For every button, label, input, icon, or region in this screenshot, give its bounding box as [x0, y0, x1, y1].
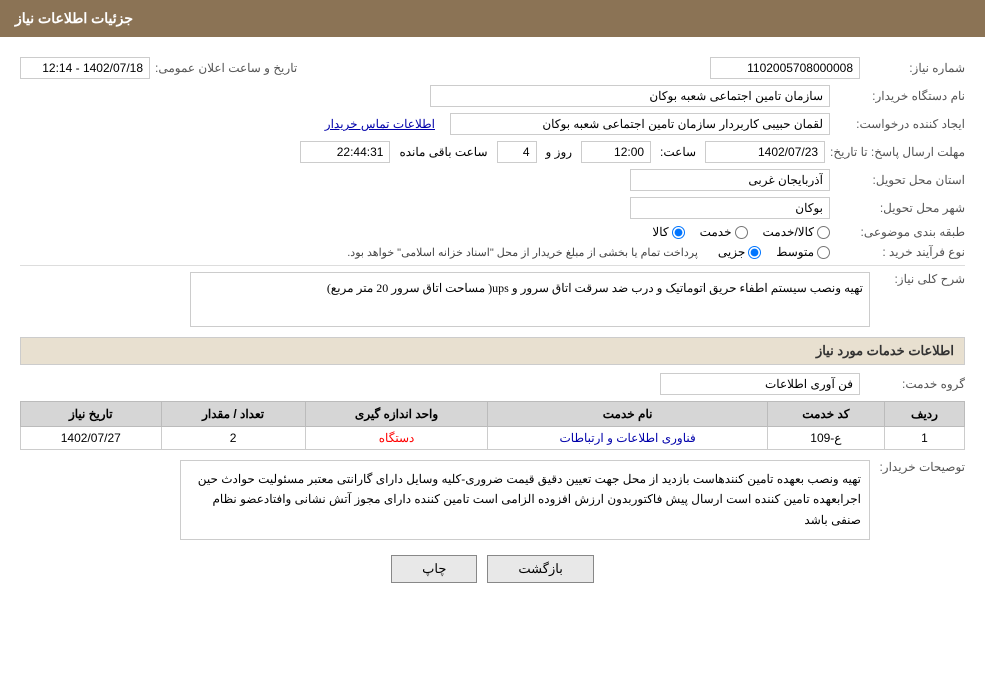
announcement-input[interactable]	[20, 57, 150, 79]
remaining-input[interactable]	[300, 141, 390, 163]
need-number-label: شماره نیاز:	[865, 61, 965, 75]
province-input[interactable]	[630, 169, 830, 191]
deadline-time-label: ساعت:	[660, 145, 696, 159]
city-input[interactable]	[630, 197, 830, 219]
col-code: کد خدمت	[767, 402, 884, 427]
category-option-kala-khedmat: کالا/خدمت	[763, 225, 830, 239]
page-header: جزئیات اطلاعات نیاز	[0, 0, 985, 37]
need-number-row: شماره نیاز: تاریخ و ساعت اعلان عمومی:	[20, 57, 965, 79]
deadline-row: مهلت ارسال پاسخ: تا تاریخ: ساعت: روز و س…	[20, 141, 965, 163]
service-group-row: گروه خدمت:	[20, 373, 965, 395]
city-label: شهر محل تحویل:	[835, 201, 965, 215]
category-radio-kala-khedmat[interactable]	[817, 226, 830, 239]
service-group-input[interactable]	[660, 373, 860, 395]
deadline-date-input[interactable]	[705, 141, 825, 163]
announcement-label: تاریخ و ساعت اعلان عمومی:	[155, 61, 297, 75]
buyer-org-row: نام دستگاه خریدار:	[20, 85, 965, 107]
back-button[interactable]: بازگشت	[487, 555, 593, 583]
page-title: جزئیات اطلاعات نیاز	[15, 10, 133, 26]
purchase-type-label-motavaset: متوسط	[776, 245, 814, 259]
purchase-type-label-jozi: جزیی	[718, 245, 745, 259]
purchase-type-option-motavaset: متوسط	[776, 245, 830, 259]
table-row: 1 ع-109 فناوری اطلاعات و ارتباطات دستگاه…	[21, 427, 965, 450]
service-group-label: گروه خدمت:	[865, 377, 965, 391]
col-quantity: تعداد / مقدار	[161, 402, 305, 427]
deadline-label: مهلت ارسال پاسخ: تا تاریخ:	[830, 145, 965, 159]
category-row: طبقه بندی موضوعی: کالا/خدمت خدمت کالا	[20, 225, 965, 239]
purchase-type-label: نوع فرآیند خرید :	[835, 245, 965, 259]
purchase-type-radio-jozi[interactable]	[748, 246, 761, 259]
content-area: شماره نیاز: تاریخ و ساعت اعلان عمومی: نا…	[0, 52, 985, 588]
services-section-title: اطلاعات خدمات مورد نیاز	[20, 337, 965, 365]
city-row: شهر محل تحویل:	[20, 197, 965, 219]
need-desc-row: شرح کلی نیاز: تهیه ونصب سیستم اطفاء حریق…	[20, 272, 965, 327]
need-desc-box: تهیه ونصب سیستم اطفاء حریق اتوماتیک و در…	[190, 272, 870, 327]
category-option-kala: کالا	[652, 225, 684, 239]
page-container: جزئیات اطلاعات نیاز شماره نیاز: تاریخ و …	[0, 0, 985, 691]
purchase-type-option-jozi: جزیی	[718, 245, 761, 259]
category-radio-khedmat[interactable]	[735, 226, 748, 239]
purchase-type-radio-motavaset[interactable]	[817, 246, 830, 259]
cell-date: 1402/07/27	[21, 427, 162, 450]
purchase-note: پرداخت تمام یا بخشی از مبلغ خریدار از مح…	[347, 246, 698, 259]
col-unit: واحد اندازه گیری	[305, 402, 488, 427]
cell-quantity: 2	[161, 427, 305, 450]
cell-code: ع-109	[767, 427, 884, 450]
cell-unit: دستگاه	[305, 427, 488, 450]
creator-row: ایجاد کننده درخواست: اطلاعات تماس خریدار	[20, 113, 965, 135]
bottom-buttons: بازگشت چاپ	[20, 555, 965, 583]
purchase-type-radio-group: متوسط جزیی	[718, 245, 830, 259]
cell-row: 1	[884, 427, 964, 450]
buyer-notes-row: توصیحات خریدار: تهیه ونصب بعهده تامین کن…	[20, 460, 965, 540]
category-label-khedmat: خدمت	[700, 225, 732, 239]
buyer-org-input[interactable]	[430, 85, 830, 107]
col-service-name: نام خدمت	[488, 402, 767, 427]
category-radio-group: کالا/خدمت خدمت کالا	[652, 225, 830, 239]
need-desc-label: شرح کلی نیاز:	[875, 272, 965, 286]
creator-input[interactable]	[450, 113, 830, 135]
category-radio-kala[interactable]	[672, 226, 685, 239]
buyer-notes-label: توصیحات خریدار:	[875, 460, 965, 474]
purchase-type-row: نوع فرآیند خرید : متوسط جزیی پرداخت تمام…	[20, 245, 965, 259]
category-label-kala: کالا	[652, 225, 668, 239]
services-table: ردیف کد خدمت نام خدمت واحد اندازه گیری ت…	[20, 401, 965, 450]
need-number-input[interactable]	[710, 57, 860, 79]
deadline-days-input[interactable]	[497, 141, 537, 163]
category-option-khedmat: خدمت	[700, 225, 748, 239]
buyer-org-label: نام دستگاه خریدار:	[835, 89, 965, 103]
deadline-days-label: روز و	[546, 145, 573, 159]
buyer-notes-box: تهیه ونصب بعهده تامین کنندهاست بازدید از…	[180, 460, 870, 540]
province-row: استان محل تحویل:	[20, 169, 965, 191]
remaining-label: ساعت باقی مانده	[399, 145, 487, 159]
print-button[interactable]: چاپ	[391, 555, 477, 583]
col-date: تاریخ نیاز	[21, 402, 162, 427]
category-label-kala-khedmat: کالا/خدمت	[763, 225, 814, 239]
col-row: ردیف	[884, 402, 964, 427]
category-label: طبقه بندی موضوعی:	[835, 225, 965, 239]
creator-label: ایجاد کننده درخواست:	[835, 117, 965, 131]
deadline-time-input[interactable]	[581, 141, 651, 163]
cell-service-name[interactable]: فناوری اطلاعات و ارتباطات	[488, 427, 767, 450]
province-label: استان محل تحویل:	[835, 173, 965, 187]
contact-link[interactable]: اطلاعات تماس خریدار	[325, 117, 435, 131]
